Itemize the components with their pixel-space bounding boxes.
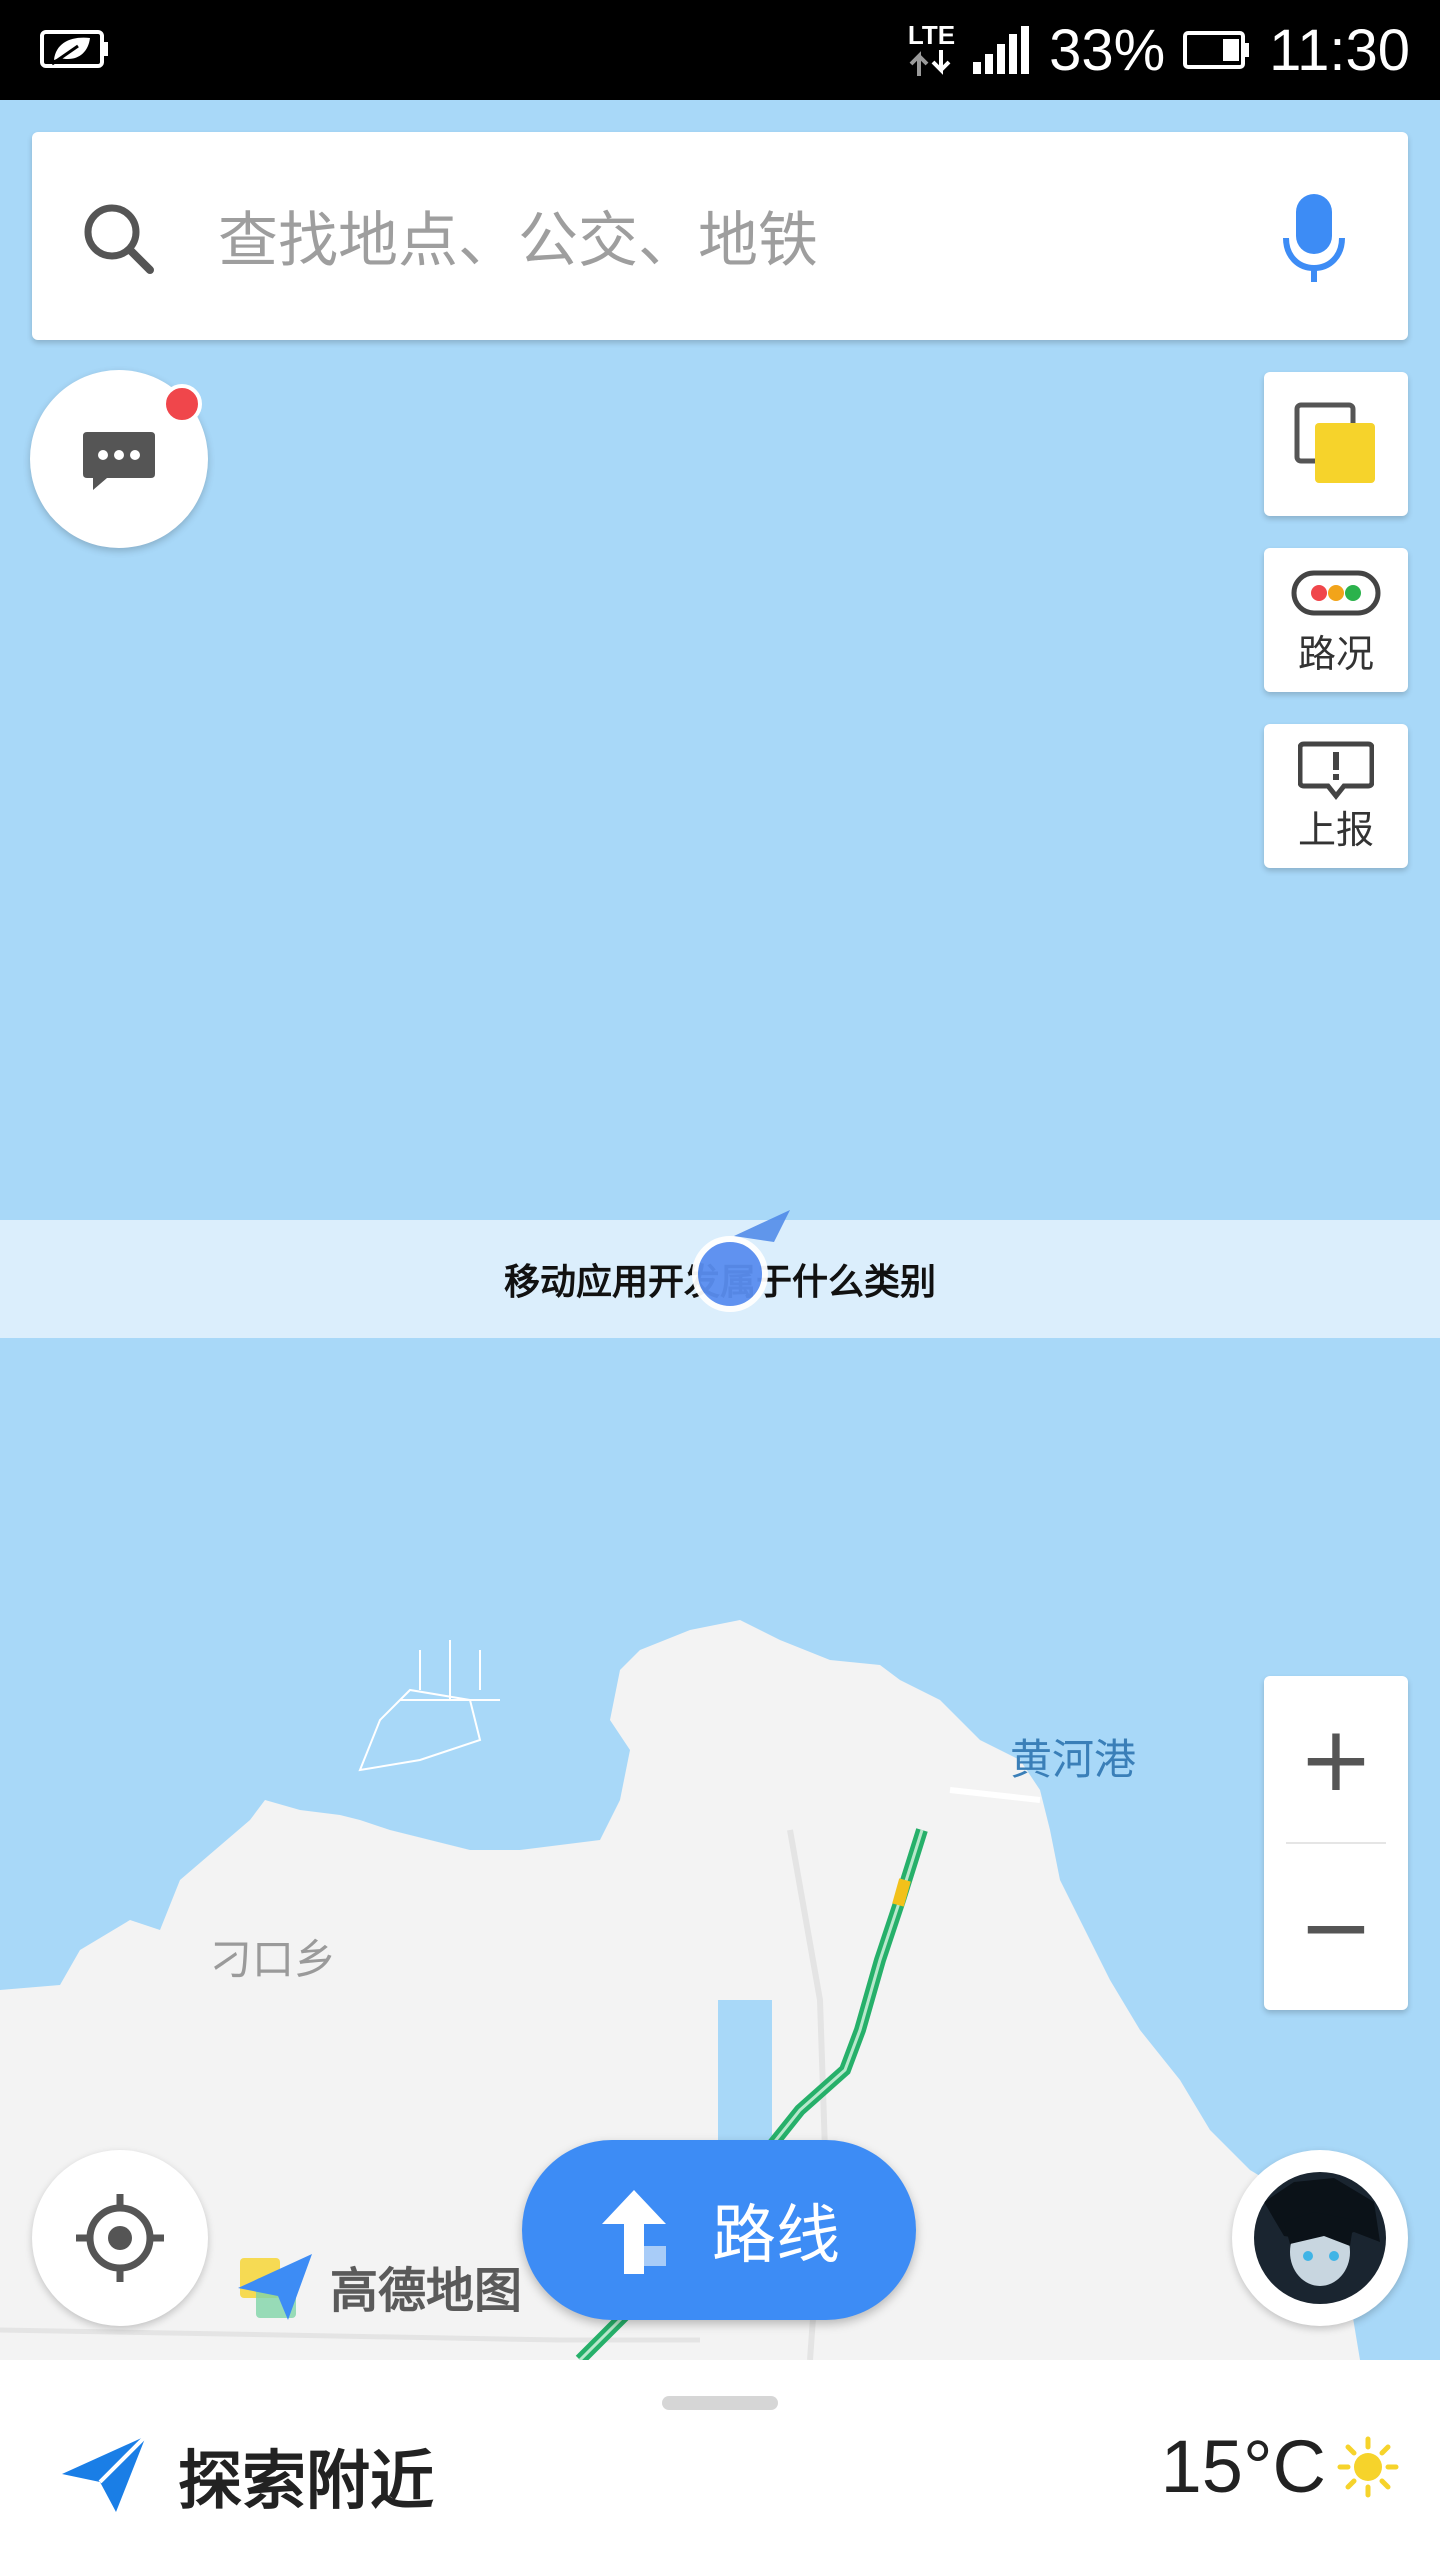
messages-button[interactable] [30,370,208,548]
traffic-light-icon [1291,570,1381,616]
drag-handle[interactable] [662,2396,778,2410]
clock: 11:30 [1269,17,1410,83]
route-label: 路线 [712,2199,840,2273]
battery-percent: 33% [1049,17,1166,83]
temperature: 15°C [1160,2425,1326,2508]
locate-me-button[interactable] [32,2150,208,2326]
battery-saver-icon [40,30,108,68]
zoom-out-button[interactable]: − [1264,1844,1408,2010]
layers-icon [1294,402,1375,483]
signal-icon [973,26,1030,74]
map-label-harbor[interactable]: 黄河港 [1010,1726,1136,1787]
my-location-marker [692,1236,768,1312]
notification-badge [162,384,202,424]
microphone-icon[interactable] [1282,190,1346,286]
traffic-button[interactable]: 路况 [1264,548,1408,692]
chat-bubble-icon [83,432,155,490]
network-type: LTE [907,20,956,50]
data-arrows-icon [910,50,951,76]
explore-nearby-label[interactable]: 探索附近 [178,2430,434,2522]
zoom-in-button[interactable]: + [1264,1676,1408,1842]
traffic-label: 路况 [1297,632,1374,676]
route-button[interactable]: 路线 [522,2140,916,2320]
sun-icon [1337,2436,1399,2497]
status-indicators: LTE 33% 11:30 [908,0,1410,100]
crosshair-icon [76,2194,164,2282]
search-bar[interactable]: 查找地点、公交、地铁 [32,132,1408,340]
search-input[interactable]: 查找地点、公交、地铁 [218,192,818,279]
report-button[interactable]: 上报 [1264,724,1408,868]
report-label: 上报 [1297,808,1374,852]
user-avatar-button[interactable] [1232,2150,1408,2326]
layers-button[interactable] [1264,372,1408,516]
lte-indicator: LTE [908,22,955,78]
bottom-panel[interactable]: 探索附近 15°C [0,2360,1440,2560]
report-icon [1298,741,1374,801]
status-bar: LTE 33% 11:30 [0,0,1440,100]
amap-logo: 高德地图 [236,2246,522,2326]
turn-arrow-icon [602,2190,666,2274]
avatar-image [1254,2172,1386,2304]
map-label-township[interactable]: 刁口乡 [210,1926,336,1987]
search-icon [84,204,154,274]
amap-logo-icon [238,2254,312,2320]
battery-icon [1183,31,1250,69]
paper-plane-icon [62,2434,148,2512]
zoom-controls: + − [1264,1676,1408,2010]
amap-logo-text: 高德地图 [330,2263,523,2319]
weather-widget[interactable]: 15°C [1161,2424,1400,2509]
heading-arrow-icon [734,1210,790,1242]
